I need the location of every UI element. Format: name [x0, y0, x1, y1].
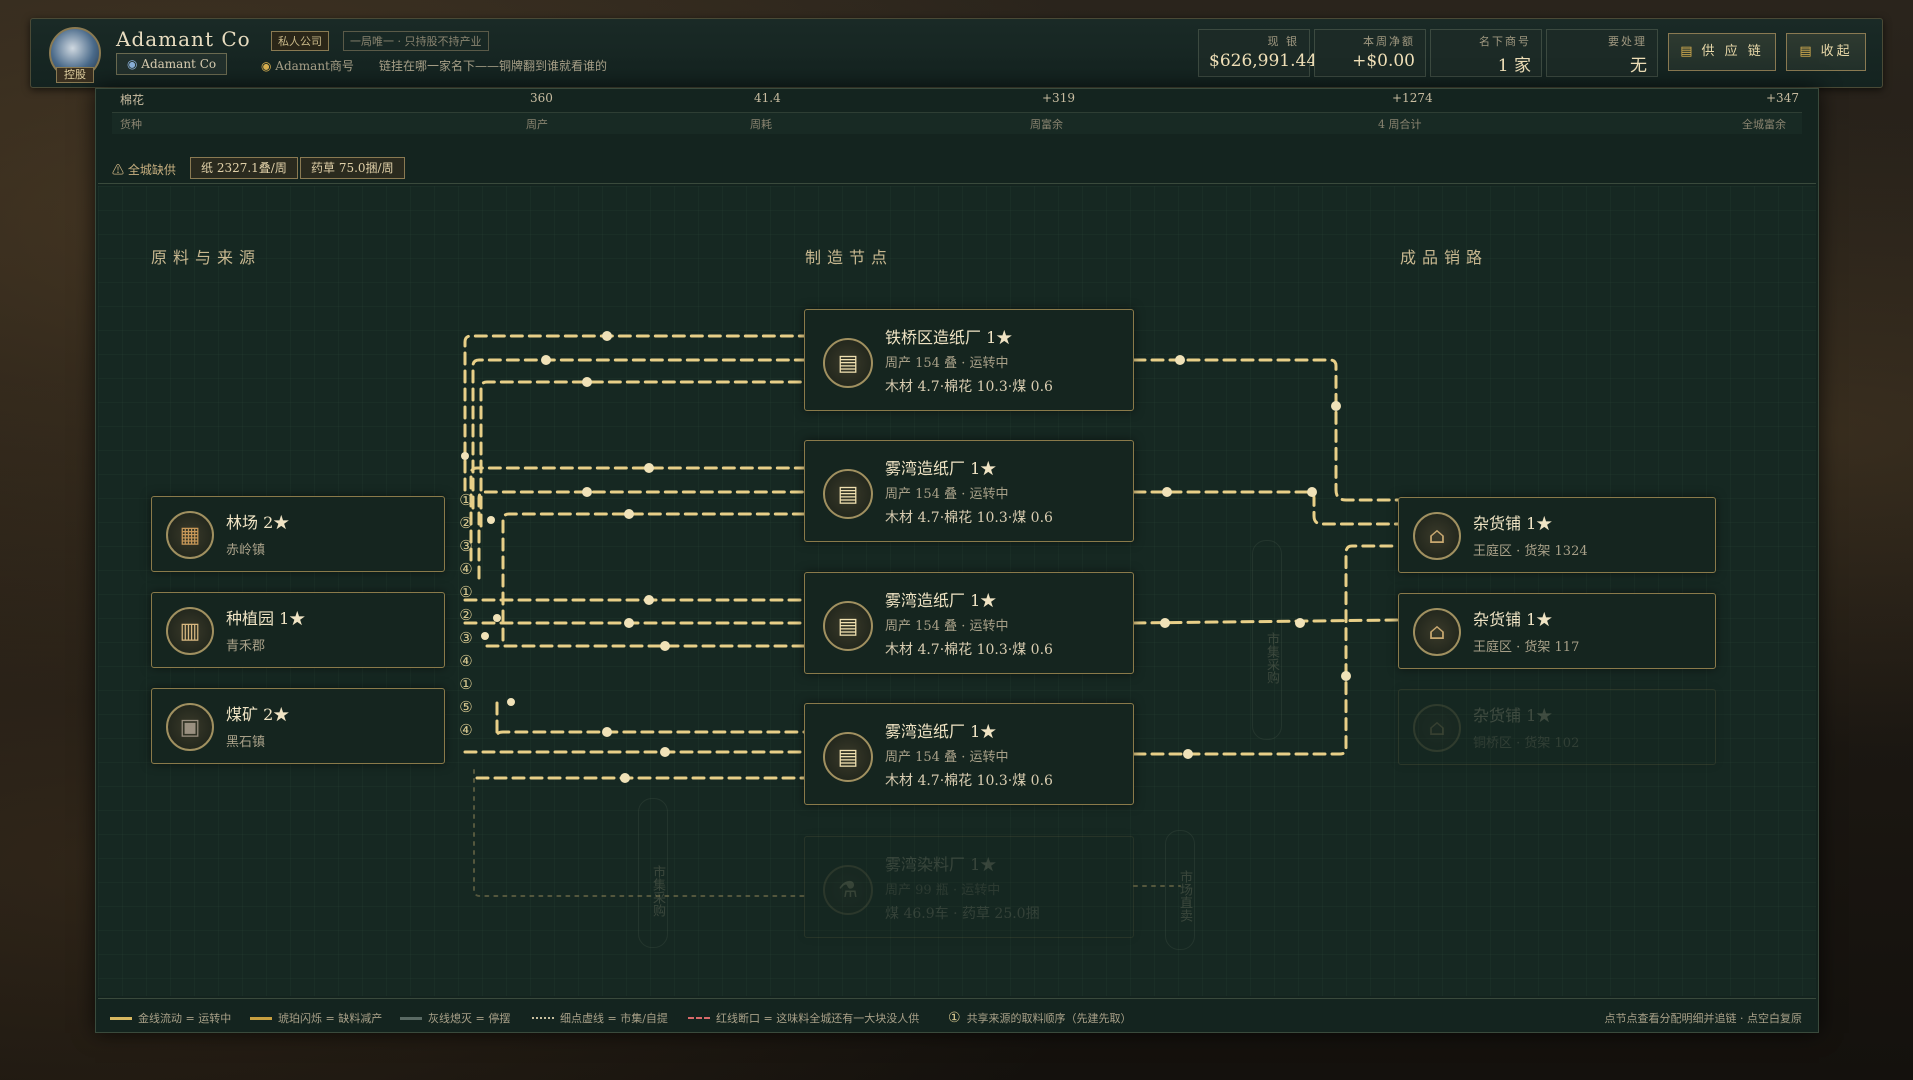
order-mark[interactable]: ③ — [455, 535, 477, 558]
order-markers: ① ② ③ ④ ① ② ③ ④ ① ⑤ ④ — [455, 489, 477, 742]
node-inputs: 木材 4.7·棉花 10.3·煤 0.6 — [885, 642, 1053, 658]
cotton-bale-icon: ▥ — [166, 607, 214, 655]
shop-building-icon: ⌂ — [1413, 704, 1461, 752]
node-output: 周产 154 叠 · 运转中 — [885, 487, 1009, 502]
paper-stack-icon: ▤ — [823, 601, 873, 651]
shop-node[interactable]: ⌂ 杂货铺 1★ 王庭区 · 货架 117 — [1398, 593, 1716, 669]
legend-text: 琥珀闪烁 = 缺料减产 — [278, 1012, 383, 1025]
node-sub: 王庭区 · 货架 1324 — [1473, 544, 1588, 559]
order-mark[interactable]: ⑤ — [455, 696, 477, 719]
node-inputs: 煤 46.9车 · 药草 25.0捆 — [885, 906, 1040, 922]
order-mark[interactable]: ④ — [455, 719, 477, 742]
order-mark[interactable]: ② — [455, 604, 477, 627]
node-title: 杂货铺 1★ — [1473, 610, 1553, 629]
node-output: 周产 154 叠 · 运转中 — [885, 619, 1009, 634]
order-mark[interactable]: ④ — [455, 650, 477, 673]
node-output: 周产 154 叠 · 运转中 — [885, 750, 1009, 765]
node-inputs: 木材 4.7·棉花 10.3·煤 0.6 — [885, 773, 1053, 789]
legend-item: 琥珀闪烁 = 缺料减产 — [250, 1010, 382, 1026]
node-title: 雾湾造纸厂 1★ — [885, 459, 997, 478]
legend-item: 红线断口 = 这味料全城还有一大块没人供 — [688, 1010, 919, 1026]
order-mark[interactable]: ① — [455, 489, 477, 512]
order-mark[interactable]: ④ — [455, 558, 477, 581]
node-inputs: 木材 4.7·棉花 10.3·煤 0.6 — [885, 379, 1053, 395]
legend-order-mark: ① — [948, 1010, 961, 1026]
source-node-plantation[interactable]: ▥ 种植园 1★ 青禾郡 — [151, 592, 445, 668]
node-sub: 黑石镇 — [226, 735, 266, 750]
dye-bottle-icon: ⚗ — [823, 865, 873, 915]
factory-node[interactable]: ▤ 雾湾造纸厂 1★ 周产 154 叠 · 运转中 木材 4.7·棉花 10.3… — [804, 703, 1134, 805]
node-title: 铁桥区造纸厂 1★ — [885, 328, 1013, 347]
node-title: 杂货铺 1★ — [1473, 514, 1553, 533]
paper-stack-icon: ▤ — [823, 338, 873, 388]
node-title: 雾湾染料厂 1★ — [885, 855, 997, 874]
factory-node[interactable]: ▤ 雾湾造纸厂 1★ 周产 154 叠 · 运转中 木材 4.7·棉花 10.3… — [804, 572, 1134, 674]
node-inputs: 木材 4.7·棉花 10.3·煤 0.6 — [885, 510, 1053, 526]
order-mark[interactable]: ① — [455, 581, 477, 604]
source-node-coal[interactable]: ▣ 煤矿 2★ 黑石镇 — [151, 688, 445, 764]
legend-text: 共享来源的取料顺序（先建先取） — [966, 1012, 1132, 1025]
legend-swatch-amber — [250, 1016, 272, 1020]
factory-node[interactable]: ▤ 雾湾造纸厂 1★ 周产 154 叠 · 运转中 木材 4.7·棉花 10.3… — [804, 440, 1134, 542]
order-mark[interactable]: ③ — [455, 627, 477, 650]
node-sub: 赤岭镇 — [226, 543, 266, 558]
legend-item: 细点虚线 = 市集/自提 — [532, 1010, 668, 1026]
node-title: 杂货铺 1★ — [1473, 706, 1553, 725]
order-mark[interactable]: ① — [455, 673, 477, 696]
legend-item: ① 共享来源的取料顺序（先建先取） — [948, 1010, 1132, 1026]
node-sub: 王庭区 · 货架 117 — [1473, 640, 1580, 655]
paper-stack-icon: ▤ — [823, 732, 873, 782]
node-output: 周产 154 叠 · 运转中 — [885, 356, 1009, 371]
node-title: 种植园 1★ — [226, 609, 306, 628]
source-node-lumber[interactable]: ▦ 林场 2★ 赤岭镇 — [151, 496, 445, 572]
factory-node[interactable]: ▤ 铁桥区造纸厂 1★ 周产 154 叠 · 运转中 木材 4.7·棉花 10.… — [804, 309, 1134, 411]
legend-item: 灰线熄灭 = 停摆 — [400, 1010, 510, 1026]
legend-item: 金线流动 = 运转中 — [110, 1010, 231, 1026]
hint-text: 点节点查看分配明细并追链 · 点空白复原 — [1604, 1012, 1803, 1025]
node-sub: 铜桥区 · 货架 102 — [1473, 736, 1580, 751]
legend-swatch-gold — [110, 1016, 132, 1020]
node-title: 煤矿 2★ — [226, 705, 290, 724]
order-mark[interactable]: ② — [455, 512, 477, 535]
legend-text: 红线断口 = 这味料全城还有一大块没人供 — [716, 1012, 920, 1025]
node-title: 雾湾造纸厂 1★ — [885, 591, 997, 610]
legend-swatch-dotted — [532, 1017, 554, 1019]
shop-node[interactable]: ⌂ 杂货铺 1★ 铜桥区 · 货架 102 — [1398, 689, 1716, 765]
legend-text: 细点虚线 = 市集/自提 — [560, 1012, 668, 1025]
shop-node[interactable]: ⌂ 杂货铺 1★ 王庭区 · 货架 1324 — [1398, 497, 1716, 573]
factory-node-dye[interactable]: ⚗ 雾湾染料厂 1★ 周产 99 瓶 · 运转中 煤 46.9车 · 药草 25… — [804, 836, 1134, 938]
lumber-icon: ▦ — [166, 511, 214, 559]
node-sub: 青禾郡 — [226, 639, 266, 654]
legend-bar: 金线流动 = 运转中 琥珀闪烁 = 缺料减产 灰线熄灭 = 停摆 细点虚线 = … — [98, 998, 1816, 1032]
node-title: 雾湾造纸厂 1★ — [885, 722, 997, 741]
shop-building-icon: ⌂ — [1413, 608, 1461, 656]
legend-text: 金线流动 = 运转中 — [138, 1012, 232, 1025]
shop-building-icon: ⌂ — [1413, 512, 1461, 560]
node-title: 林场 2★ — [226, 513, 290, 532]
legend-swatch-gray — [400, 1016, 422, 1020]
node-output: 周产 99 瓶 · 运转中 — [885, 883, 1001, 898]
legend-swatch-red — [688, 1017, 710, 1019]
coal-cart-icon: ▣ — [166, 703, 214, 751]
paper-stack-icon: ▤ — [823, 469, 873, 519]
legend-text: 灰线熄灭 = 停摆 — [428, 1012, 511, 1025]
